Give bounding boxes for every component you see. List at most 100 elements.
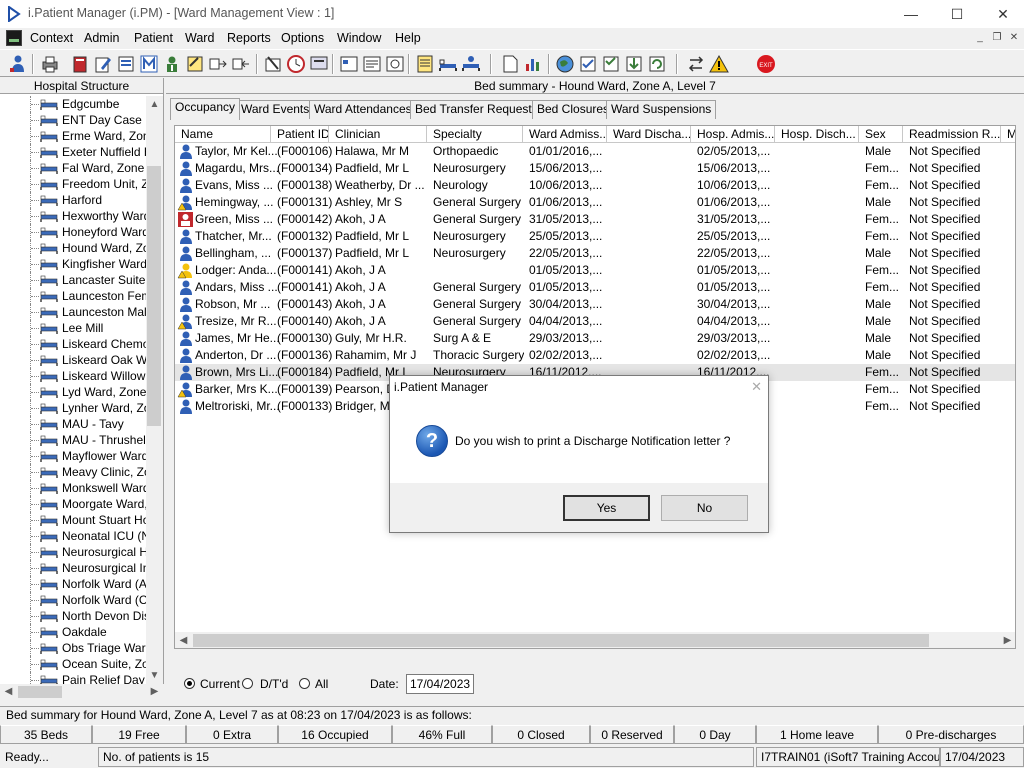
tab-bed-closures[interactable]: Bed Closures (532, 100, 615, 119)
column-specialty[interactable]: Specialty (427, 126, 523, 143)
menu-help[interactable]: Help (395, 31, 421, 45)
ward-tree-item[interactable]: Launceston Male (0, 304, 146, 320)
tab-bed-transfer-requests[interactable]: Bed Transfer Requests (410, 100, 543, 119)
scroll-left-icon[interactable]: ◀ (175, 632, 192, 648)
scrollbar-thumb[interactable] (147, 166, 161, 426)
table-row[interactable]: Thatcher, Mr... (F000132) Padfield, Mr L Ne… (175, 228, 1015, 245)
dtd-radio[interactable] (242, 678, 253, 689)
table-row[interactable]: Bellingham, ... (F000137) Padfield, Mr L Ne… (175, 245, 1015, 262)
m-letter-icon[interactable] (139, 54, 159, 74)
date-input[interactable]: 17/04/2023 (406, 674, 474, 694)
ward-tree-item[interactable]: Ocean Suite, Zor (0, 656, 146, 672)
scroll-left-icon[interactable]: ◀ (0, 683, 17, 700)
download-icon[interactable] (624, 54, 644, 74)
appointments-icon[interactable] (385, 54, 405, 74)
patient-search-icon[interactable] (8, 54, 28, 74)
ward-tree-item[interactable]: Liskeard Willow V (0, 368, 146, 384)
notes-icon[interactable] (185, 54, 205, 74)
bed-icon[interactable] (438, 54, 458, 74)
menu-options[interactable]: Options (281, 31, 324, 45)
column-clinician[interactable]: Clinician (329, 126, 427, 143)
dialog-close-icon[interactable]: ✕ (751, 376, 762, 398)
ward-tree-item[interactable]: MAU - Thrushel (0, 432, 146, 448)
ward-tree-item[interactable]: Norfolk Ward (Ad (0, 576, 146, 592)
system-menu-icon[interactable] (6, 30, 22, 46)
table-row[interactable]: Andars, Miss ... (F000141) Akoh, J A Genera… (175, 279, 1015, 296)
monitor-icon[interactable] (309, 54, 329, 74)
ward-tree-item[interactable]: Exeter Nuffield He (0, 144, 146, 160)
ward-tree-item[interactable]: Launceston Fema (0, 288, 146, 304)
grid-horizontal-scrollbar[interactable]: ◀ ▶ (175, 632, 1015, 648)
doctor-icon[interactable] (162, 54, 182, 74)
table-row[interactable]: Lodger: Anda... (F000141) Akoh, J A 01/05/2… (175, 262, 1015, 279)
edit-record-icon[interactable] (93, 54, 113, 74)
table-row[interactable]: Robson, Mr ... (F000143) Akoh, J A General … (175, 296, 1015, 313)
mdi-close-button[interactable]: ✕ (1006, 31, 1022, 45)
menu-ward[interactable]: Ward (185, 31, 214, 45)
scroll-right-icon[interactable]: ▶ (146, 683, 163, 700)
ward-tree-item[interactable]: Lynher Ward, Zor (0, 400, 146, 416)
mdi-minimize-button[interactable]: _ (972, 31, 988, 45)
ward-tree-item[interactable]: Kingfisher Ward (0, 256, 146, 272)
column-readmission-reason[interactable]: Readmission R... (903, 126, 1001, 143)
tree-vertical-scrollbar[interactable]: ▲ ▼ (146, 96, 163, 684)
ward-tree-item[interactable]: Fal Ward, Zone E (0, 160, 146, 176)
warning-icon[interactable] (709, 54, 729, 74)
ward-tree-item[interactable]: Mayflower Ward, (0, 448, 146, 464)
ward-tree-item[interactable]: Mount Stuart Hos (0, 512, 146, 528)
menu-reports[interactable]: Reports (227, 31, 271, 45)
ward-tree-item[interactable]: Monkswell Ward, (0, 480, 146, 496)
ward-tree-item[interactable]: Liskeard Oak Wa (0, 352, 146, 368)
tab-ward-attendances[interactable]: Ward Attendances (309, 100, 417, 119)
ward-tree-item[interactable]: Erme Ward, Zone (0, 128, 146, 144)
register-icon[interactable] (116, 54, 136, 74)
table-row[interactable]: Magardu, Mrs... (F000134) Padfield, Mr L Ne… (175, 160, 1015, 177)
menu-admin[interactable]: Admin (84, 31, 119, 45)
review-icon[interactable] (601, 54, 621, 74)
globe-icon[interactable] (555, 54, 575, 74)
case-notes-icon[interactable] (70, 54, 90, 74)
table-row[interactable]: Anderton, Dr ... (F000136) Rahamim, Mr J Th… (175, 347, 1015, 364)
ward-tree-item[interactable]: Lancaster Suite, Z (0, 272, 146, 288)
ward-tree-item[interactable]: MAU - Tavy (0, 416, 146, 432)
menu-context[interactable]: Context (30, 31, 73, 45)
column-ward-admission[interactable]: Ward Admiss... (523, 126, 607, 143)
ward-tree-item[interactable]: Norfolk Ward (Co (0, 592, 146, 608)
ward-tree-item[interactable]: Honeyford Ward, (0, 224, 146, 240)
tools-icon[interactable] (263, 54, 283, 74)
ward-tree-item[interactable]: Lyd Ward, Zone I (0, 384, 146, 400)
ward-tree-item[interactable]: North Devon Dist (0, 608, 146, 624)
ward-tree-item[interactable]: Lee Mill (0, 320, 146, 336)
document-list-icon[interactable] (415, 54, 435, 74)
ward-tree-item[interactable]: Obs Triage Ward (0, 640, 146, 656)
column-ward-discharge[interactable]: Ward Discha... (607, 126, 691, 143)
ward-tree-item[interactable]: Neurosurgical Hig (0, 544, 146, 560)
scroll-up-icon[interactable]: ▲ (146, 96, 163, 113)
tab-ward-suspensions[interactable]: Ward Suspensions (606, 100, 717, 119)
table-row[interactable]: James, Mr He... (F000130) Guly, Mr H.R. Sur… (175, 330, 1015, 347)
menu-patient[interactable]: Patient (134, 31, 173, 45)
ward-tree-item[interactable]: Freedom Unit, Zo (0, 176, 146, 192)
ward-tree-item[interactable]: Hexworthy Ward, (0, 208, 146, 224)
tree-horizontal-scrollbar[interactable]: ◀ ▶ (0, 684, 164, 700)
close-button[interactable]: ✕ (980, 0, 1024, 28)
scrollbar-thumb[interactable] (193, 634, 929, 647)
scrollbar-thumb[interactable] (18, 686, 62, 698)
column-hosp-admission[interactable]: Hosp. Admis... (691, 126, 775, 143)
printer-icon[interactable] (40, 54, 60, 74)
ward-tree-item[interactable]: Oakdale (0, 624, 146, 640)
transfer-icon[interactable] (208, 54, 228, 74)
column-me[interactable]: Me (1001, 126, 1015, 143)
ward-tree-item[interactable]: Edgcumbe (0, 96, 146, 112)
scroll-right-icon[interactable]: ▶ (999, 632, 1015, 648)
refresh-icon[interactable] (647, 54, 667, 74)
menu-window[interactable]: Window (337, 31, 381, 45)
waiting-list-icon[interactable] (362, 54, 382, 74)
checklist-icon[interactable] (578, 54, 598, 74)
ward-tree[interactable]: Edgcumbe ENT Day Case U Erme Ward, Zone Exe… (0, 96, 146, 684)
swap-icon[interactable] (686, 54, 706, 74)
table-row[interactable]: Green, Miss ... (F000142) Akoh, J A General… (175, 211, 1015, 228)
clock-icon[interactable] (286, 54, 306, 74)
ward-tree-item[interactable]: Neurosurgical Inte (0, 560, 146, 576)
column-name[interactable]: Name (175, 126, 271, 143)
